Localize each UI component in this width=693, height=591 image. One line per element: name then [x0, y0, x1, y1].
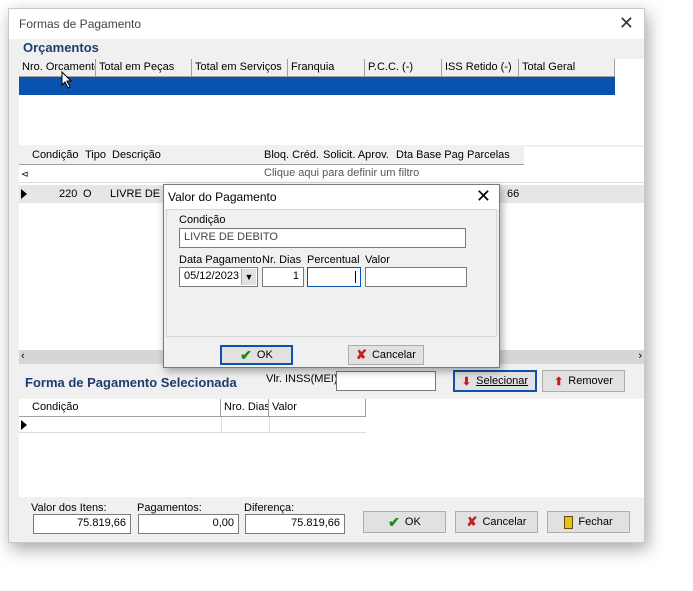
dialog-title: Valor do Pagamento — [168, 190, 277, 204]
row-pointer-icon — [21, 420, 27, 430]
dialog-titlebar: Valor do Pagamento ✕ — [164, 185, 499, 209]
ok-button[interactable]: ✔ OK — [363, 511, 446, 533]
scroll-left-icon[interactable]: ‹ — [21, 350, 25, 362]
chevron-down-icon[interactable]: ▼ — [241, 269, 256, 285]
col-total-pecas[interactable]: Total em Peças — [96, 59, 192, 77]
door-icon — [564, 515, 574, 529]
col-franquia[interactable]: Franquia — [288, 59, 365, 77]
percentual-field[interactable] — [307, 267, 361, 287]
close-icon[interactable]: ✕ — [619, 13, 634, 34]
fechar-button[interactable]: Fechar — [547, 511, 630, 533]
condicoes-header: Condição Tipo Descrição Bloq. Créd. Soli… — [19, 147, 524, 165]
row-pointer-icon — [21, 189, 27, 199]
arrow-up-icon: ⬆ — [554, 375, 564, 388]
filter-icon: ⊲ — [21, 169, 29, 179]
check-icon: ✔ — [388, 513, 400, 530]
valor-field[interactable] — [365, 267, 467, 287]
text-cursor — [355, 271, 356, 283]
check-icon: ✔ — [240, 346, 252, 363]
condicao-label: Condição — [179, 214, 226, 226]
data-pagamento-field[interactable]: 05/12/2023 ▼ — [179, 267, 258, 287]
selected-empty-row[interactable] — [19, 417, 366, 433]
data-pagamento-label: Data Pagamento — [179, 254, 262, 266]
inss-label: Vlr. INSS(MEI): — [266, 373, 341, 385]
col-tipo[interactable]: Tipo — [82, 147, 109, 165]
col-descricao[interactable]: Descrição — [109, 147, 261, 165]
col-nro-orcamento[interactable]: Nro. Orcamento — [19, 59, 96, 77]
nr-dias-field[interactable]: 1 — [262, 267, 304, 287]
valor-pagamento-dialog: Valor do Pagamento ✕ Condição LIVRE DE D… — [163, 184, 500, 368]
col-total-servicos[interactable]: Total em Serviços — [192, 59, 288, 77]
col-sel-condicao[interactable]: Condição — [29, 399, 221, 417]
scroll-right-icon[interactable]: › — [638, 350, 642, 362]
x-icon: ✘ — [466, 514, 478, 529]
x-icon: ✘ — [356, 347, 367, 362]
pagamentos-field: 0,00 — [138, 514, 239, 534]
percentual-label: Percentual — [307, 254, 360, 266]
row-parcelas: 66 — [507, 188, 520, 200]
valor-itens-field: 75.819,66 — [33, 514, 131, 534]
col-iss-retido[interactable]: ISS Retido (-) — [442, 59, 519, 77]
remover-button[interactable]: ⬆ Remover — [542, 370, 625, 392]
col-solicit-aprov[interactable]: Solicit. Aprov. — [320, 147, 393, 165]
col-condicao[interactable]: Condição — [29, 147, 82, 165]
col-parcelas[interactable]: Parcelas — [464, 147, 524, 165]
filter-row[interactable]: ⊲ Clique aqui para definir um filtro — [19, 165, 644, 183]
arrow-down-icon: ⬇ — [461, 375, 472, 388]
row-condicao: 220 — [59, 188, 78, 200]
orcamentos-header: Nro. Orcamento Total em Peças Total em S… — [19, 59, 615, 77]
pagamentos-label: Pagamentos: — [137, 502, 202, 514]
cancelar-button[interactable]: ✘ Cancelar — [455, 511, 538, 533]
mouse-cursor-icon — [61, 71, 73, 89]
diferenca-label: Diferença: — [244, 502, 295, 514]
valor-label: Valor — [365, 254, 390, 266]
diferenca-field: 75.819,66 — [245, 514, 345, 534]
dialog-ok-button[interactable]: ✔ OK — [220, 345, 293, 365]
dialog-cancelar-button[interactable]: ✘ Cancelar — [348, 345, 424, 365]
orcamento-selected-row[interactable] — [19, 77, 615, 95]
col-pcc[interactable]: P.C.C. (-) — [365, 59, 442, 77]
orcamentos-title: Orçamentos — [23, 40, 99, 55]
selected-title: Forma de Pagamento Selecionada — [25, 375, 237, 390]
window-title: Formas de Pagamento — [19, 17, 142, 31]
valor-itens-label: Valor dos Itens: — [31, 502, 107, 514]
row-tipo: O — [83, 188, 92, 200]
col-total-geral[interactable]: Total Geral — [519, 59, 615, 77]
window-titlebar: Formas de Pagamento ✕ — [9, 9, 644, 39]
col-sel-valor[interactable]: Valor — [269, 399, 366, 417]
inss-input[interactable] — [336, 371, 436, 391]
selected-header: Condição Nro. Dias Valor — [19, 399, 366, 417]
selecionar-button[interactable]: ⬇ Selecionar — [453, 370, 537, 392]
filter-hint[interactable]: Clique aqui para definir um filtro — [264, 167, 419, 179]
col-dta-base-pag[interactable]: Dta Base Pag. — [393, 147, 464, 165]
col-bloq-cred[interactable]: Bloq. Créd. — [261, 147, 320, 165]
dialog-close-icon[interactable]: ✕ — [476, 186, 491, 207]
col-sel-nro-dias[interactable]: Nro. Dias — [221, 399, 269, 417]
nr-dias-label: Nr. Dias — [262, 254, 302, 266]
condicao-field[interactable]: LIVRE DE DEBITO — [179, 228, 466, 248]
